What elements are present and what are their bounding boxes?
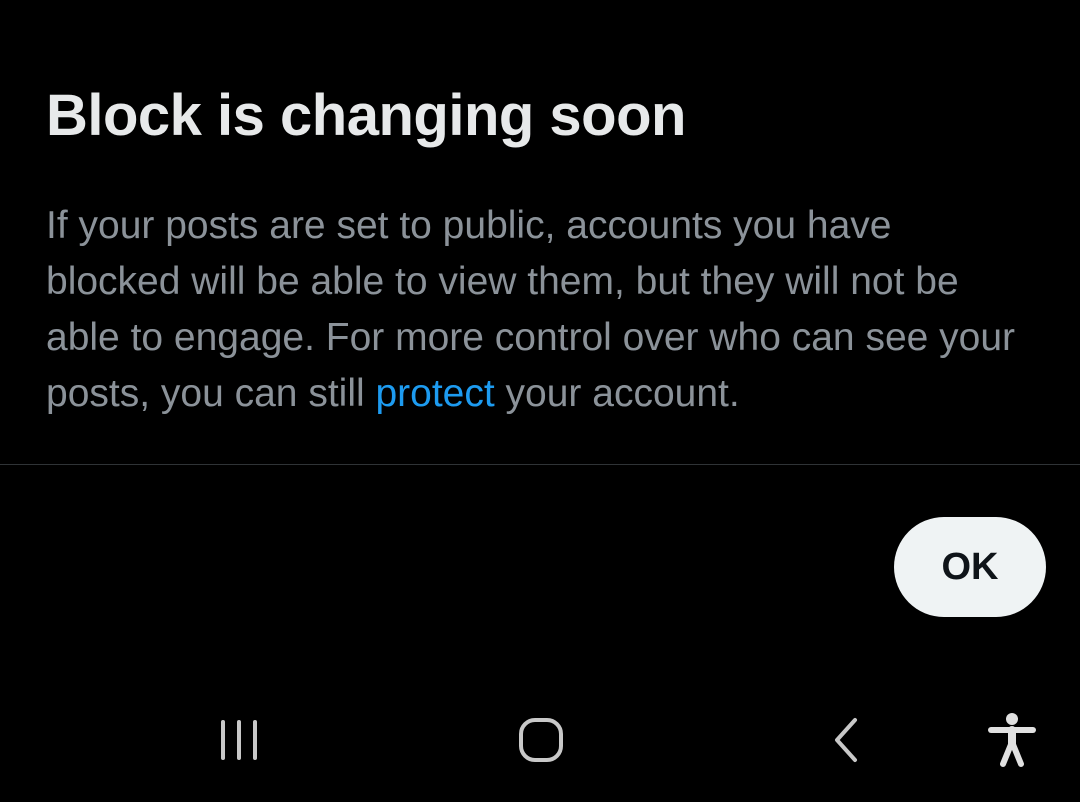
back-icon	[835, 718, 857, 762]
recents-button[interactable]	[199, 700, 279, 780]
ok-button[interactable]: OK	[894, 517, 1046, 617]
home-icon	[519, 718, 563, 762]
recents-icon	[221, 720, 257, 760]
block-change-dialog: Block is changing soon If your posts are…	[0, 30, 1080, 680]
dialog-body: If your posts are set to public, account…	[46, 198, 1036, 422]
accessibility-button[interactable]	[972, 700, 1052, 780]
home-button[interactable]	[501, 700, 581, 780]
accessibility-icon	[988, 713, 1036, 767]
dialog-title: Block is changing soon	[46, 83, 686, 148]
protect-account-link[interactable]: protect	[375, 372, 494, 415]
back-button[interactable]	[805, 700, 885, 780]
dialog-divider	[0, 464, 1080, 465]
dialog-body-text-end: your account.	[494, 372, 740, 415]
status-bar-area	[0, 0, 1080, 30]
system-navigation-bar	[0, 680, 1080, 802]
